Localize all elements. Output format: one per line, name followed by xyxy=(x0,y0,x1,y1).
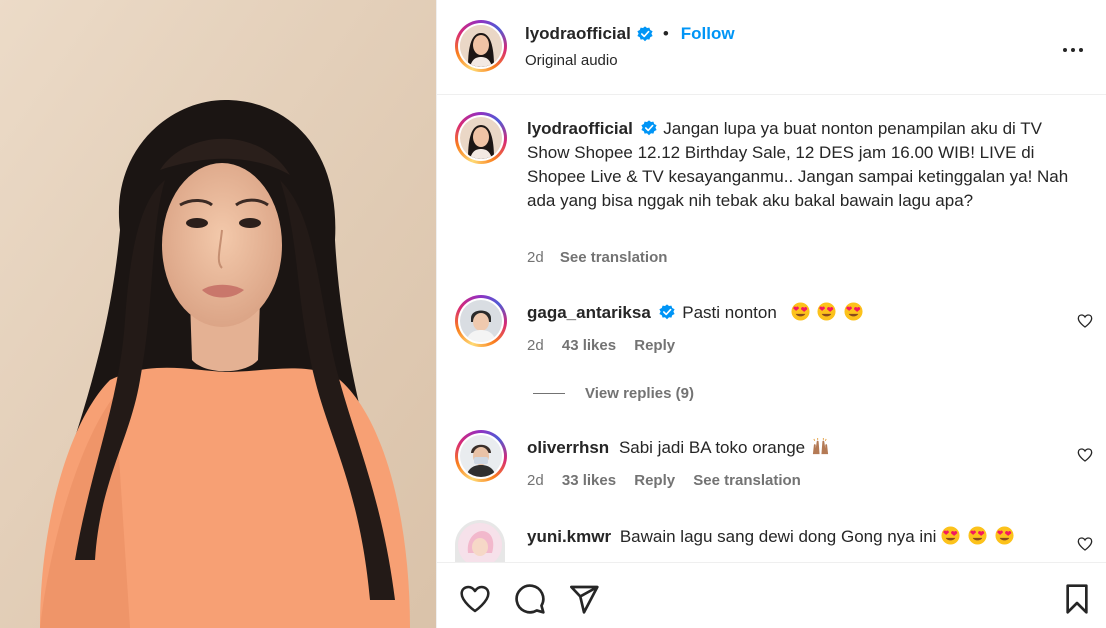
audio-label[interactable]: Original audio xyxy=(525,52,618,69)
comment-time[interactable]: 2d xyxy=(527,472,544,489)
comment-text: Bawain lagu sang dewi dong Gong nya ini xyxy=(619,527,937,546)
view-replies-label[interactable]: View replies (9) xyxy=(585,385,694,402)
separator-dot: • xyxy=(662,24,669,43)
post-detail-panel: lyodraofficial • Follow Original audio l… xyxy=(436,0,1106,628)
raising-hands-emoji-icon xyxy=(812,437,828,455)
comment-meta: 2d 43 likes Reply xyxy=(527,337,675,354)
caption-see-translation[interactable]: See translation xyxy=(560,249,668,266)
post-action-bar xyxy=(437,562,1106,628)
commenter-avatar[interactable] xyxy=(455,520,505,562)
comment-text: Sabi jadi BA toko orange xyxy=(618,438,806,457)
caption-avatar-image xyxy=(460,117,502,159)
follow-button[interactable]: Follow xyxy=(681,24,735,44)
commenter-avatar[interactable] xyxy=(455,295,507,347)
author-username[interactable]: lyodraofficial xyxy=(525,24,631,44)
heart-eyes-emoji-icon xyxy=(790,302,810,321)
replies-divider-line xyxy=(533,393,565,394)
verified-badge-icon xyxy=(658,304,675,320)
comment-icon[interactable] xyxy=(514,583,546,615)
post-photo xyxy=(0,0,436,628)
heart-icon[interactable] xyxy=(459,583,491,615)
post-media[interactable] xyxy=(0,0,436,628)
reply-button[interactable]: Reply xyxy=(634,472,675,489)
verified-badge-icon xyxy=(637,26,653,42)
author-avatar-image xyxy=(460,25,502,67)
comment-body: gaga_antariksa Pasti nonton xyxy=(527,302,863,323)
comment-likes[interactable]: 43 likes xyxy=(562,337,616,354)
author-avatar[interactable] xyxy=(455,20,507,72)
commenter-avatar-image xyxy=(458,523,502,562)
commenter-avatar-image xyxy=(460,435,502,477)
comment-likes[interactable]: 33 likes xyxy=(562,472,616,489)
heart-eyes-emoji-icon xyxy=(844,302,863,321)
caption-username[interactable]: lyodraofficial xyxy=(527,119,633,138)
comment-text: Pasti nonton xyxy=(682,303,777,322)
heart-eyes-emoji-icon xyxy=(941,526,960,545)
share-icon[interactable] xyxy=(568,583,600,615)
commenter-avatar[interactable] xyxy=(455,430,507,482)
comment-username[interactable]: yuni.kmwr xyxy=(527,527,611,546)
heart-eyes-emoji-icon xyxy=(995,526,1014,545)
more-options-icon[interactable] xyxy=(1061,38,1085,62)
commenter-avatar-image xyxy=(460,300,502,342)
comment-username[interactable]: oliverrhsn xyxy=(527,438,609,457)
comment-body: yuni.kmwr Bawain lagu sang dewi dong Gon… xyxy=(527,526,1014,547)
caption-text-block: lyodraofficial Jangan lupa ya buat nonto… xyxy=(527,117,1072,213)
view-replies-button[interactable]: View replies (9) xyxy=(533,385,694,402)
comment-time[interactable]: 2d xyxy=(527,337,544,354)
post-header: lyodraofficial • Follow Original audio xyxy=(437,0,1106,95)
bookmark-icon[interactable] xyxy=(1061,583,1093,615)
comment-like-heart-icon[interactable] xyxy=(1077,536,1093,552)
verified-badge-icon xyxy=(640,120,657,136)
comment-username[interactable]: gaga_antariksa xyxy=(527,303,651,322)
heart-eyes-emoji-icon xyxy=(968,526,987,545)
comment-meta: 2d 33 likes Reply See translation xyxy=(527,472,801,489)
reply-button[interactable]: Reply xyxy=(634,337,675,354)
comment-like-heart-icon[interactable] xyxy=(1077,447,1093,463)
heart-eyes-emoji-icon xyxy=(817,302,836,321)
comment-body: oliverrhsn Sabi jadi BA toko orange xyxy=(527,437,830,458)
see-translation-button[interactable]: See translation xyxy=(693,472,801,489)
caption-meta: 2d See translation xyxy=(527,249,667,266)
caption-avatar[interactable] xyxy=(455,112,507,164)
caption-time[interactable]: 2d xyxy=(527,249,544,266)
comment-like-heart-icon[interactable] xyxy=(1077,313,1093,329)
